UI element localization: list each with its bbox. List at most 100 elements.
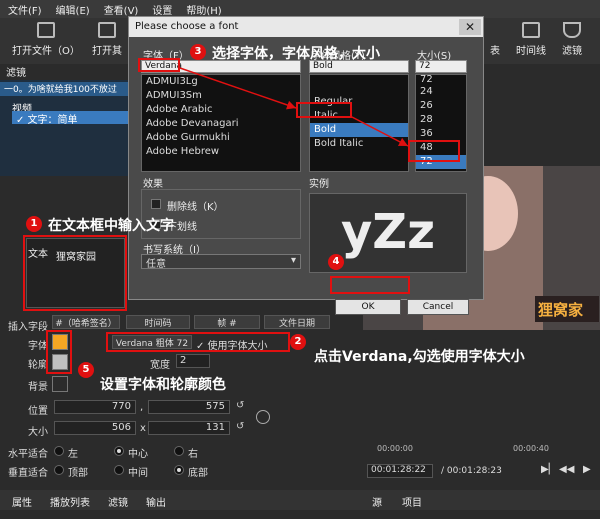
size-item[interactable]: 72	[416, 75, 466, 85]
bottom-tabs: 属性 播放列表 滤镜 输出 源 项目	[0, 490, 600, 510]
valign-bottom-radio[interactable]	[174, 465, 184, 475]
current-time-field[interactable]: 00:01:28:22	[367, 464, 433, 478]
family-item[interactable]: Adobe Hebrew	[142, 145, 300, 159]
background-color-swatch[interactable]	[52, 376, 68, 392]
valign-top-radio[interactable]	[54, 465, 64, 475]
stopwatch-icon[interactable]	[256, 410, 270, 424]
reset-position-icon[interactable]: ↺	[236, 400, 248, 414]
background-label: 背景	[28, 382, 48, 393]
size-item[interactable]: 26	[416, 99, 466, 113]
insert-timecode-button[interactable]: 时间码	[126, 315, 190, 329]
halign-right-radio[interactable]	[174, 446, 184, 456]
annotation-3-text: 选择字体，字体风格，大小	[212, 46, 380, 62]
timeline-icon	[522, 22, 540, 38]
family-item[interactable]: Adobe Devanagari	[142, 117, 300, 131]
family-item[interactable]: Adobe Arabic	[142, 103, 300, 117]
time-tick-40: 00:00:40	[513, 444, 549, 453]
reset-size-icon[interactable]: ↺	[236, 421, 248, 435]
size-width-field[interactable]: 506	[54, 421, 136, 435]
filters-header: 滤镜	[6, 68, 26, 79]
annotation-5-text: 设置字体和轮廓颜色	[100, 377, 226, 393]
time-tick-0: 00:00:00	[377, 444, 413, 453]
filter-button[interactable]: 滤镜	[562, 22, 582, 57]
highlight-family	[138, 58, 180, 72]
highlight-font	[106, 332, 290, 352]
tab-filters[interactable]: 滤镜	[100, 492, 136, 511]
size-input[interactable]: 72	[415, 60, 467, 73]
valign-middle-label: 中间	[128, 468, 148, 479]
tab-playlist[interactable]: 播放列表	[42, 492, 98, 511]
size-label: 大小	[28, 427, 48, 438]
clip-title[interactable]: 一0。为啥就给我100不放过	[0, 82, 130, 96]
tab-properties[interactable]: 属性	[4, 492, 40, 511]
halign-center-radio[interactable]	[114, 446, 124, 456]
thickness-spinbox[interactable]: 2	[176, 354, 210, 368]
family-list[interactable]: ADMUI3Lg ADMUI3Sm Adobe Arabic Adobe Dev…	[141, 74, 301, 172]
valign-bottom-label: 底部	[188, 468, 208, 479]
halign-label: 水平适合	[8, 449, 48, 460]
position-x-field[interactable]: 770	[54, 400, 136, 414]
highlight-textbox	[23, 235, 127, 311]
family-item[interactable]: ADMUI3Sm	[142, 89, 300, 103]
family-item[interactable]: Adobe Gurmukhi	[142, 131, 300, 145]
size-item[interactable]: 24	[416, 85, 466, 99]
sample-label: 实例	[309, 179, 329, 190]
funnel-icon	[563, 22, 581, 38]
strikeout-checkbox[interactable]	[151, 199, 161, 209]
highlight-colors	[46, 330, 72, 374]
open-other-button[interactable]: 打开其	[92, 22, 122, 57]
style-item-selected[interactable]: Bold	[310, 123, 408, 137]
annotation-3-badge: 3	[190, 44, 206, 60]
halign-right-label: 右	[188, 449, 198, 460]
tab-source[interactable]: 源	[364, 492, 390, 511]
family-item[interactable]: ADMUI3Lg	[142, 75, 300, 89]
valign-top-label: 顶部	[68, 468, 88, 479]
thickness-label: 宽度	[150, 360, 170, 371]
size-item[interactable]: 36	[416, 127, 466, 141]
timeline-button[interactable]: 时间线	[516, 22, 546, 57]
style-list[interactable]: Regular Italic Bold Bold Italic	[309, 74, 409, 172]
timeline-area: 00:00:00 00:00:40 00:01:28:22 / 00:01:28…	[363, 436, 600, 490]
filter-item-simple-text[interactable]: ✓ 文字：简单	[12, 111, 128, 126]
halign-left-label: 左	[68, 449, 78, 460]
menu-help[interactable]: 帮助(H)	[186, 2, 221, 17]
menu-file[interactable]: 文件(F)	[8, 2, 42, 17]
annotation-2-badge: 2	[290, 334, 306, 350]
writing-system-select[interactable]: 任意 ▾	[141, 254, 301, 270]
preview-watermark: 狸窝家	[535, 296, 599, 322]
dialog-title: Please choose a font	[129, 17, 483, 37]
halign-left-radio[interactable]	[54, 446, 64, 456]
menu-settings[interactable]: 设置	[152, 2, 172, 17]
annotation-1-text: 在文本框中输入文字	[48, 218, 174, 234]
close-icon[interactable]: ✕	[459, 19, 481, 35]
strikeout-label: 删除线（K）	[167, 202, 224, 213]
rewind-icon[interactable]: ◀◀	[559, 464, 574, 475]
valign-middle-radio[interactable]	[114, 465, 124, 475]
tab-project[interactable]: 项目	[394, 492, 430, 511]
toolbar-item-partial[interactable]: 表	[486, 22, 504, 57]
insert-hash-button[interactable]: #（哈希签名）	[52, 315, 120, 329]
outline-label: 轮廓	[28, 360, 48, 371]
play-icon[interactable]: ▶	[583, 464, 591, 475]
position-separator: ,	[140, 402, 144, 413]
prev-frame-icon[interactable]: ▶▏	[541, 464, 556, 475]
writing-system-value: 任意	[146, 259, 166, 270]
open-file-button[interactable]: 打开文件（O）	[12, 22, 80, 57]
size-item[interactable]: 28	[416, 113, 466, 127]
effects-label: 效果	[143, 179, 163, 190]
tab-export[interactable]: 输出	[138, 492, 174, 511]
size-separator: x	[140, 423, 146, 434]
position-label: 位置	[28, 406, 48, 417]
highlight-size	[408, 140, 460, 162]
insert-frame-button[interactable]: 帧 #	[194, 315, 260, 329]
insert-file-date-button[interactable]: 文件日期	[264, 315, 330, 329]
ok-button[interactable]: OK	[335, 299, 401, 315]
size-height-field[interactable]: 131	[148, 421, 230, 435]
menu-view[interactable]: 查看(V)	[104, 2, 139, 17]
cancel-button[interactable]: Cancel	[407, 299, 469, 315]
menu-edit[interactable]: 编辑(E)	[56, 2, 90, 17]
halign-center-label: 中心	[128, 449, 148, 460]
position-y-field[interactable]: 575	[148, 400, 230, 414]
style-item[interactable]: Bold Italic	[310, 137, 408, 151]
annotation-4-badge: 4	[328, 254, 344, 270]
